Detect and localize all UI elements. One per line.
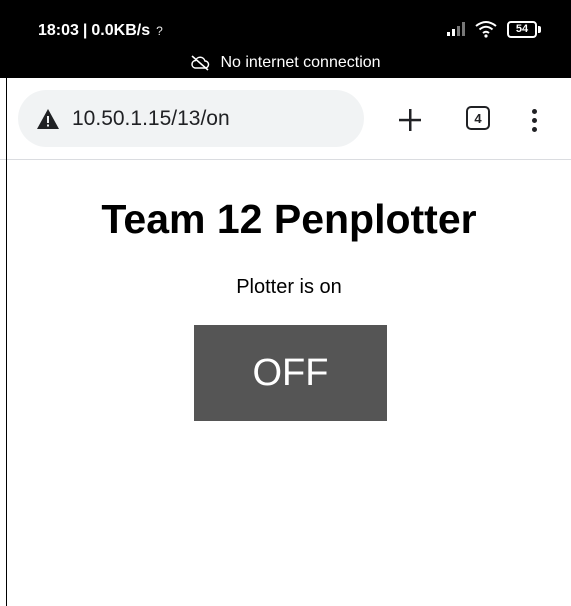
address-bar[interactable]: 10.50.1.15/13/on [18, 90, 364, 147]
page-content: Team 12 Penplotter Plotter is on OFF [7, 160, 571, 606]
new-tab-button[interactable] [390, 100, 430, 140]
hotspot-icon: ? [156, 24, 163, 38]
url-text[interactable]: 10.50.1.15/13/on [72, 107, 230, 131]
cloud-off-icon [191, 55, 210, 71]
separator: | [82, 22, 88, 39]
more-vertical-icon [531, 108, 537, 114]
page-title: Team 12 Penplotter [101, 196, 477, 242]
no-internet-banner: No internet connection [0, 54, 571, 72]
warning-triangle-icon[interactable] [36, 108, 60, 130]
phone-screen: 18:03 | 0.0KB/s ? 54 No internet connect… [0, 0, 571, 606]
tab-switcher-icon: 4 [466, 106, 490, 130]
browser-toolbar: 10.50.1.15/13/on 4 [0, 78, 571, 160]
status-right: 54 [447, 20, 541, 38]
off-button[interactable]: OFF [194, 325, 387, 421]
status-bar: 18:03 | 0.0KB/s ? 54 No internet connect… [0, 0, 571, 78]
plotter-status-text: Plotter is on [236, 276, 342, 298]
menu-button[interactable] [520, 100, 548, 140]
data-speed: 0.0KB/s [91, 22, 151, 39]
tab-switcher-button[interactable]: 4 [460, 100, 496, 136]
battery-icon: 54 [507, 20, 541, 38]
no-internet-text: No internet connection [220, 54, 381, 71]
signal-icon [447, 22, 465, 36]
status-left: 18:03 | 0.0KB/s ? [38, 22, 163, 40]
battery-level: 54 [507, 20, 537, 38]
wifi-icon [475, 21, 497, 38]
clock: 18:03 [38, 22, 79, 39]
plus-icon [399, 109, 421, 131]
